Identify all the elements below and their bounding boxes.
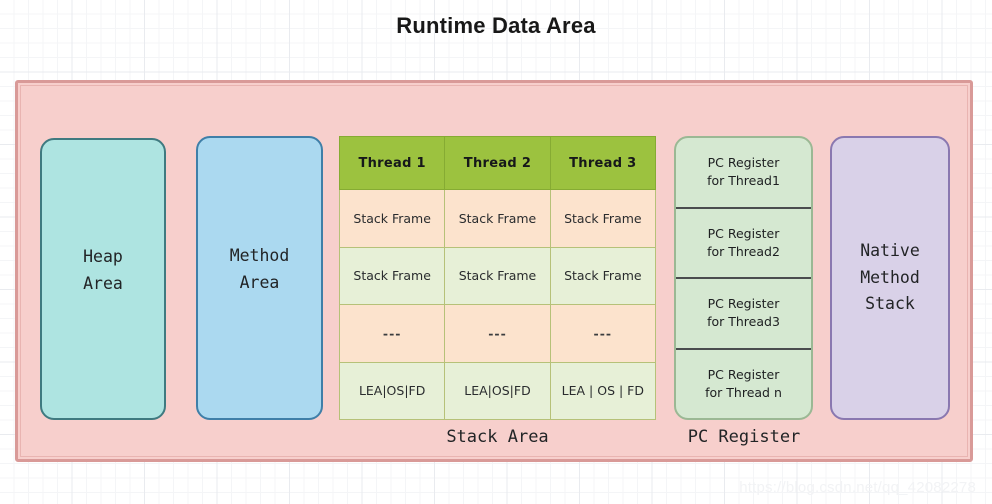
frame-detail-cell: LEA|OS|FD — [444, 361, 551, 420]
native-method-stack-label: Native Method Stack — [860, 240, 920, 314]
pc-register-cell-thread-1: PC Register for Thread1 — [676, 138, 811, 209]
pc-register-box: PC Register for Thread1 PC Register for … — [674, 136, 813, 420]
stack-frame-cell: Stack Frame — [338, 246, 446, 305]
page-title: Runtime Data Area — [396, 13, 596, 38]
method-area-box: Method Area — [196, 136, 323, 420]
method-area-label: Method Area — [229, 246, 290, 292]
table-row: --- --- --- — [338, 304, 657, 363]
pc-register-cell-thread-2: PC Register for Thread2 — [676, 209, 811, 279]
table-row: LEA|OS|FD LEA|OS|FD LEA | OS | FD — [338, 361, 657, 420]
stack-area-table-header-row: Thread 1 Thread 2 Thread 3 — [338, 136, 657, 190]
stack-area-table: Thread 1 Thread 2 Thread 3 Stack Frame S… — [338, 136, 657, 420]
pc-register-cell-thread-n: PC Register for Thread n — [705, 366, 782, 400]
ellipsis-cell: --- — [338, 304, 446, 363]
diagram-canvas: Runtime Data Area Heap Area Method Area … — [0, 0, 992, 504]
stack-area-caption: Stack Area — [446, 427, 549, 447]
frame-detail-cell: LEA|OS|FD — [338, 361, 446, 420]
heap-area-label: Heap Area — [83, 247, 123, 293]
runtime-data-area-container: Heap Area Method Area Thread 1 Thread 2 … — [15, 80, 973, 462]
pc-register-cell-thread-3: PC Register for Thread3 — [676, 279, 811, 350]
stack-area-column-header-thread-1: Thread 1 — [338, 136, 446, 190]
watermark-text: https://blog.csdn.net/qq_42082278 — [739, 479, 976, 496]
table-row: Stack Frame Stack Frame Stack Frame — [338, 246, 657, 305]
native-method-stack-box: Native Method Stack — [830, 136, 950, 420]
ellipsis-cell: --- — [549, 304, 657, 363]
table-row: Stack Frame Stack Frame Stack Frame — [338, 189, 657, 248]
heap-area-box: Heap Area — [40, 138, 166, 420]
ellipsis-cell: --- — [444, 304, 551, 363]
stack-frame-cell: Stack Frame — [549, 246, 657, 305]
stack-area-column-header-thread-3: Thread 3 — [549, 136, 657, 190]
stack-area-column-header-thread-2: Thread 2 — [444, 136, 551, 190]
stack-frame-cell: Stack Frame — [338, 189, 446, 248]
stack-frame-cell: Stack Frame — [549, 189, 657, 248]
frame-detail-cell: LEA | OS | FD — [549, 361, 657, 420]
pc-register-caption: PC Register — [687, 427, 801, 447]
stack-frame-cell: Stack Frame — [444, 246, 551, 305]
stack-frame-cell: Stack Frame — [444, 189, 551, 248]
